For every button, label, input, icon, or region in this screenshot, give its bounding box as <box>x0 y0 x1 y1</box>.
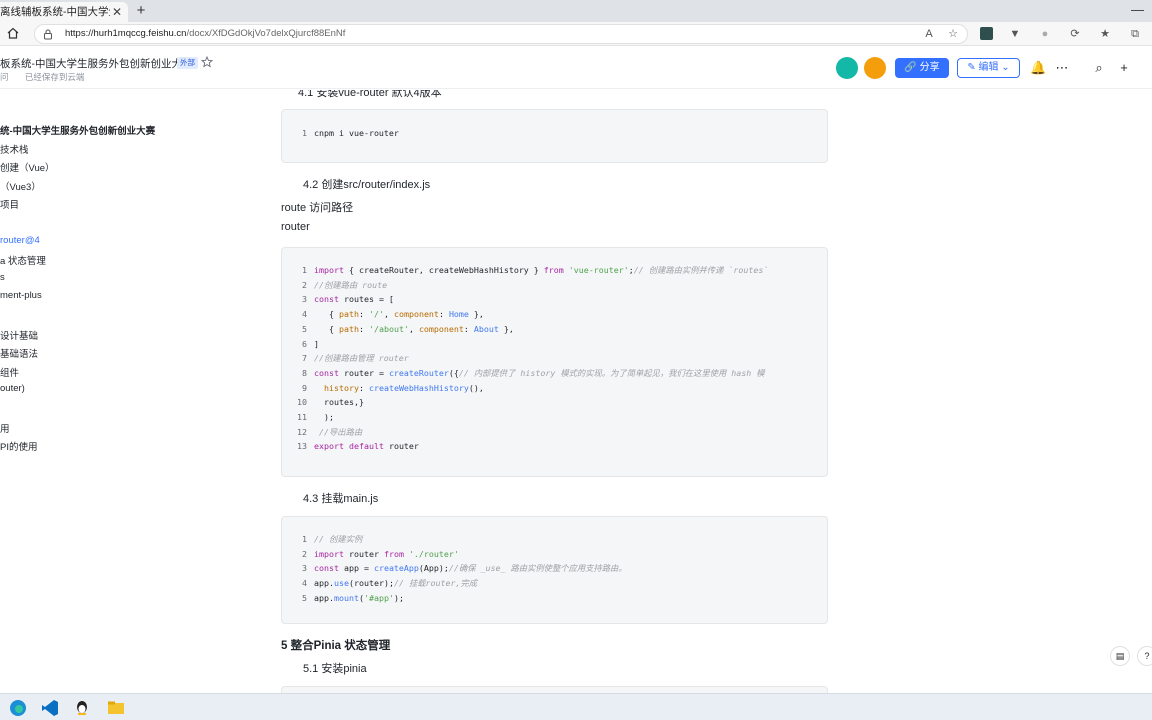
extension-filter-icon[interactable]: ▼ <box>1008 27 1022 41</box>
code-block-install-router[interactable]: 1 cnpm i vue-router <box>281 109 828 163</box>
extension-ghost-icon[interactable]: ● <box>1038 27 1052 41</box>
favorite-add-icon[interactable]: ☆ <box>946 27 960 41</box>
bell-icon[interactable]: 🔔 <box>1030 60 1046 76</box>
search-icon[interactable]: ⌕ <box>1091 60 1107 76</box>
outline-item[interactable]: 技术栈 <box>0 142 29 156</box>
heading-5: 5 整合Pinia 状态管理 <box>281 640 391 652</box>
code-line: 8 const router = createRouter({// 内部提供了 h… <box>302 367 765 378</box>
minimize-window-button[interactable]: — <box>1131 2 1144 17</box>
edit-button[interactable]: ✎ 编辑 ⌄ <box>957 58 1020 78</box>
doc-title: 板系统-中国大学生服务外包创新创业大赛 <box>0 58 193 70</box>
code-line: 12 //导出路由 <box>297 426 363 437</box>
file-explorer-icon[interactable] <box>106 698 126 718</box>
code-line: 3 const app = createApp(App);//确保 _use_ 路… <box>302 563 627 574</box>
paragraph-router: router <box>281 221 310 233</box>
outline-item[interactable]: 组件 <box>0 365 19 379</box>
code-line: 1 import { createRouter, createWebHashHis… <box>302 265 769 275</box>
qq-icon[interactable] <box>72 698 92 718</box>
external-badge: 外部 <box>177 57 198 69</box>
outline-item[interactable]: 用 <box>0 421 10 435</box>
outline-item[interactable]: 统-中国大学生服务外包创新创业大赛 <box>0 123 155 137</box>
heading-5-1: 5.1 安装pinia <box>303 663 367 675</box>
home-icon[interactable] <box>6 26 20 40</box>
code-line: 3 const routes = [ <box>302 294 394 305</box>
vscode-icon[interactable] <box>40 698 60 718</box>
outline-item[interactable]: s <box>0 272 5 283</box>
code-line: 11 ); <box>297 412 334 422</box>
code-block-router-index[interactable]: 1 import { createRouter, createWebHashHis… <box>281 247 828 477</box>
url-field[interactable]: https://hurh1mqccg.feishu.cn/docx/XfDGdO… <box>34 24 968 44</box>
saved-status: 已经保存到云端 <box>24 72 85 82</box>
code-line: 1 cnpm i vue-router <box>302 128 399 138</box>
edge-browser-icon[interactable] <box>8 698 28 718</box>
heading-4-2: 4.2 创建src/router/index.js <box>303 179 431 191</box>
code-line: 10 routes,} <box>297 397 364 408</box>
star-icon[interactable] <box>201 56 213 68</box>
new-tab-button[interactable]: + <box>132 2 150 20</box>
lock-icon <box>44 29 52 40</box>
collections-icon[interactable]: ⧉ <box>1128 27 1142 41</box>
outline-item[interactable]: PI的使用 <box>0 439 37 453</box>
code-line: 2 import router from './router' <box>302 548 459 559</box>
tab-close-icon[interactable]: ✕ <box>112 2 122 22</box>
outline-item[interactable]: a 状态管理 <box>0 253 46 267</box>
doc-sub-info: 问 <box>0 72 9 82</box>
code-line: 2//创建路由 route <box>302 279 388 290</box>
code-line: 9 history: createWebHashHistory(), <box>302 382 484 393</box>
outline-item[interactable]: 创建（Vue） <box>0 160 55 174</box>
code-line: 1// 创建实例 <box>302 534 363 544</box>
extensions-puzzle-icon[interactable]: ⟳ <box>1068 27 1082 41</box>
doc-status-line: 问 已经保存到云端 <box>0 71 98 83</box>
doc-header: 板系统-中国大学生服务外包创新创业大赛 外部 问 已经保存到云端 🔗 分享 ✎ … <box>0 47 1152 89</box>
extension-icon[interactable] <box>980 27 993 40</box>
browser-tab[interactable]: 离线辅板系统-中国大学生服务外 ✕ <box>0 2 128 22</box>
url-text: https://hurh1mqccg.feishu.cn/docx/XfDGdO… <box>65 28 346 39</box>
more-icon[interactable]: ⋯ <box>1054 60 1070 76</box>
code-line: 5 app.mount('#app'); <box>302 592 404 603</box>
favorites-icon[interactable]: ★ <box>1098 27 1112 41</box>
plus-icon[interactable]: + <box>1116 60 1132 76</box>
outline-item[interactable]: 基础语法 <box>0 346 38 360</box>
outline-item[interactable]: router@4 <box>0 235 40 246</box>
address-bar-row: https://hurh1mqccg.feishu.cn/docx/XfDGdO… <box>0 22 1152 46</box>
code-line: 4 { path: '/', component: Home }, <box>302 309 484 320</box>
code-line: 6] <box>302 338 319 349</box>
avatar[interactable] <box>864 57 886 79</box>
code-line: 13 export default router <box>297 441 419 452</box>
outline-item[interactable]: ment-plus <box>0 290 42 301</box>
code-line: 7//创建路由管理 router <box>302 353 409 364</box>
heading-4-3: 4.3 挂载main.js <box>303 493 379 505</box>
code-line: 4 app.use(router);// 挂载router,完成 <box>302 578 478 589</box>
outline-item[interactable]: outer) <box>0 383 25 394</box>
help-icon[interactable]: ? <box>1137 646 1152 666</box>
read-aloud-icon[interactable]: A <box>922 27 936 41</box>
outline-item[interactable]: （Vue3） <box>0 179 41 193</box>
tab-title: 离线辅板系统-中国大学生服务外 <box>0 6 110 18</box>
share-button[interactable]: 🔗 分享 <box>895 58 949 78</box>
outline-toggle-icon[interactable]: ▤ <box>1110 646 1130 666</box>
avatar[interactable] <box>836 57 858 79</box>
os-taskbar <box>0 693 1152 720</box>
paragraph-route: route 访问路径 <box>281 202 354 214</box>
outline-item[interactable]: 设计基础 <box>0 328 38 342</box>
code-line: 5 { path: '/about', component: About }, <box>302 323 514 334</box>
code-block-main-js[interactable]: 1// 创建实例 2 import router from './router' 3 c… <box>281 516 828 624</box>
outline-item[interactable]: 项目 <box>0 197 19 211</box>
browser-tab-bar: 离线辅板系统-中国大学生服务外 ✕ + — <box>0 0 1152 22</box>
